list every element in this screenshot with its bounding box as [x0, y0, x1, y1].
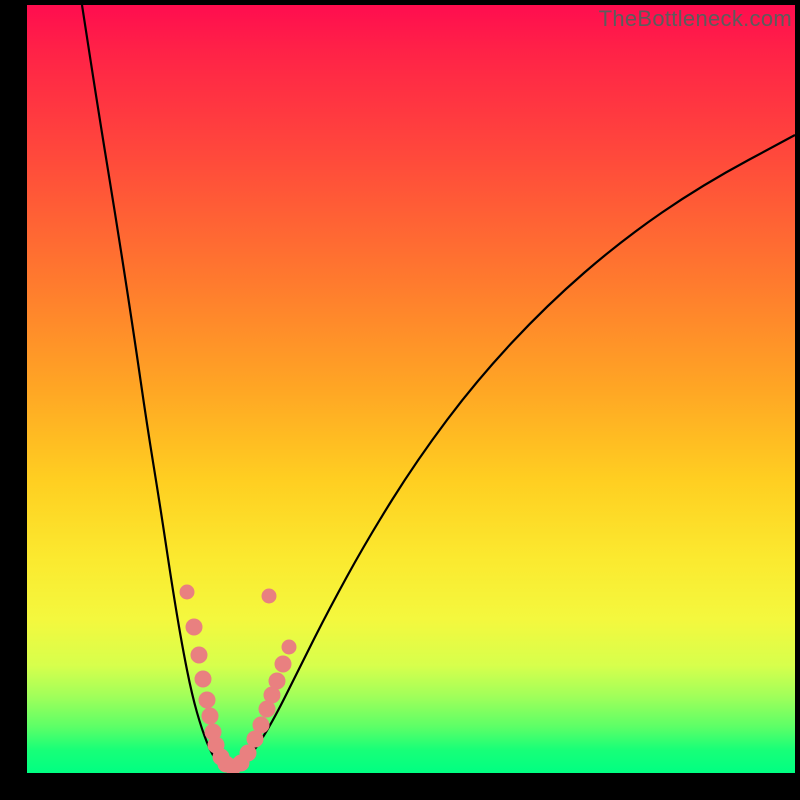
- data-marker: [202, 708, 218, 724]
- data-marker: [180, 585, 194, 599]
- data-marker: [186, 619, 202, 635]
- right-curve: [230, 135, 795, 771]
- data-marker: [275, 656, 291, 672]
- left-curve: [82, 5, 230, 771]
- data-marker: [262, 589, 276, 603]
- data-marker: [199, 692, 215, 708]
- chart-frame: TheBottleneck.com: [0, 0, 800, 800]
- data-marker: [269, 673, 285, 689]
- data-marker: [240, 745, 256, 761]
- chart-svg: [27, 5, 795, 773]
- data-marker: [191, 647, 207, 663]
- data-marker: [195, 671, 211, 687]
- data-markers: [180, 585, 296, 773]
- data-marker: [282, 640, 296, 654]
- plot-area: [27, 5, 795, 773]
- watermark-text: TheBottleneck.com: [599, 6, 792, 32]
- data-marker: [253, 717, 269, 733]
